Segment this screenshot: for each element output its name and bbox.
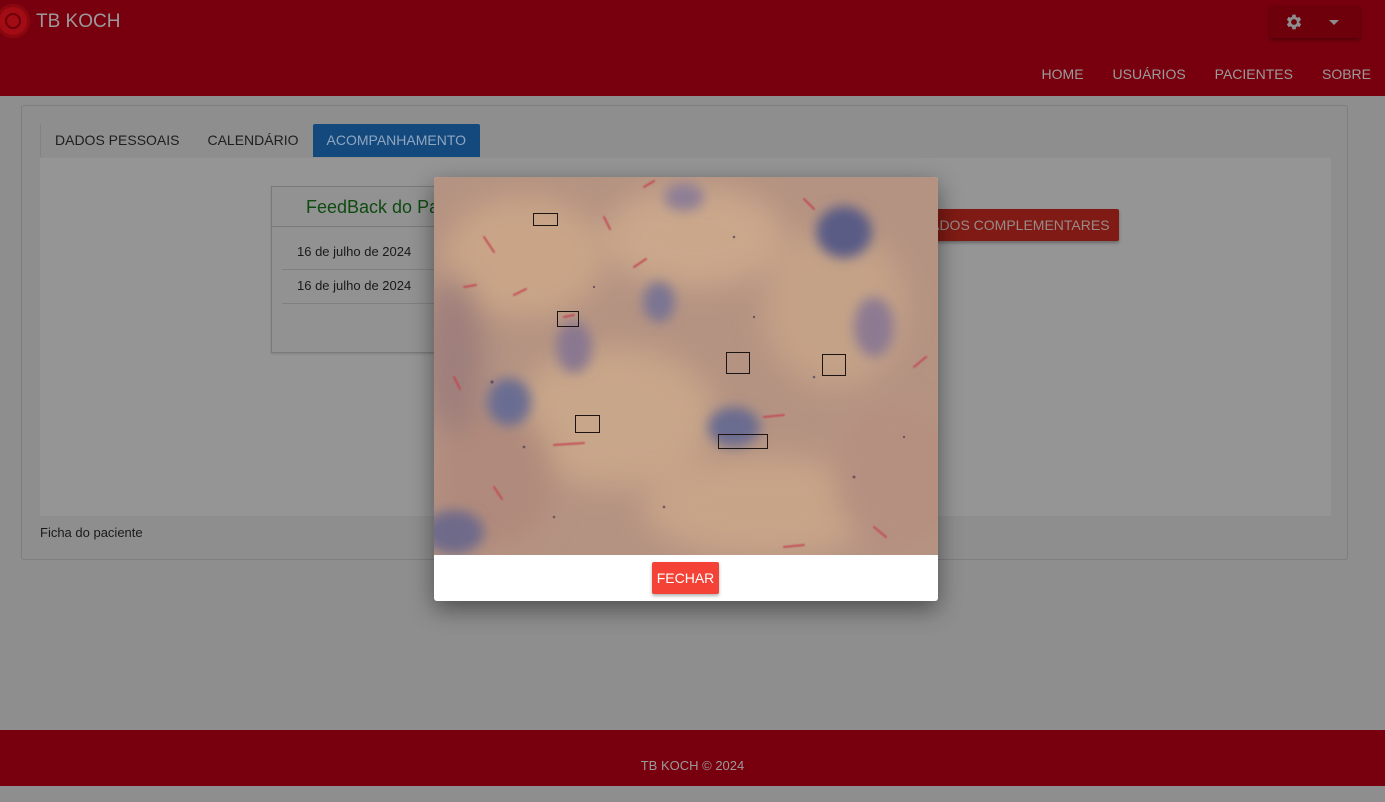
detection-box (822, 354, 846, 376)
gear-icon (1286, 14, 1302, 30)
tab-acompanhamento[interactable]: ACOMPANHAMENTO (312, 124, 481, 157)
top-header: TB KOCH HOME USUÁRIOS PACIENTES SOBRE (0, 0, 1385, 96)
feedback-entry[interactable]: 16 de julho de 2024 (282, 270, 447, 304)
detection-box (718, 434, 768, 449)
detection-box (726, 352, 750, 374)
brand-name[interactable]: TB KOCH (36, 11, 120, 33)
nav-home[interactable]: HOME (1042, 66, 1084, 82)
tab-dados-pessoais[interactable]: DADOS PESSOAIS (41, 124, 193, 157)
detection-box (533, 213, 558, 226)
image-modal: FECHAR (434, 177, 938, 601)
feedback-box: FeedBack do Paciente 16 de julho de 2024… (271, 186, 487, 353)
feedback-list: 16 de julho de 2024 16 de julho de 2024 (272, 226, 452, 304)
tab-bar: DADOS PESSOAIS CALENDÁRIO ACOMPANHAMENTO (40, 124, 481, 157)
logo-icon (0, 4, 30, 38)
caret-down-icon (1329, 20, 1339, 25)
feedback-entry[interactable]: 16 de julho de 2024 (282, 227, 447, 270)
main-nav: HOME USUÁRIOS PACIENTES SOBRE (1042, 66, 1371, 82)
nav-sobre[interactable]: SOBRE (1322, 66, 1371, 82)
nav-pacientes[interactable]: PACIENTES (1215, 66, 1293, 82)
close-button[interactable]: FECHAR (652, 562, 719, 594)
page-footer: TB KOCH © 2024 (0, 730, 1385, 786)
detection-box (557, 311, 579, 327)
detection-box (575, 415, 600, 433)
settings-dropdown-button[interactable] (1270, 6, 1360, 38)
complementary-data-button[interactable]: DADOS COMPLEMENTARES (920, 209, 1119, 241)
microscopy-image (434, 177, 938, 555)
nav-usuarios[interactable]: USUÁRIOS (1113, 66, 1186, 82)
card-footer-label: Ficha do paciente (40, 525, 143, 540)
tab-calendario[interactable]: CALENDÁRIO (193, 124, 312, 157)
